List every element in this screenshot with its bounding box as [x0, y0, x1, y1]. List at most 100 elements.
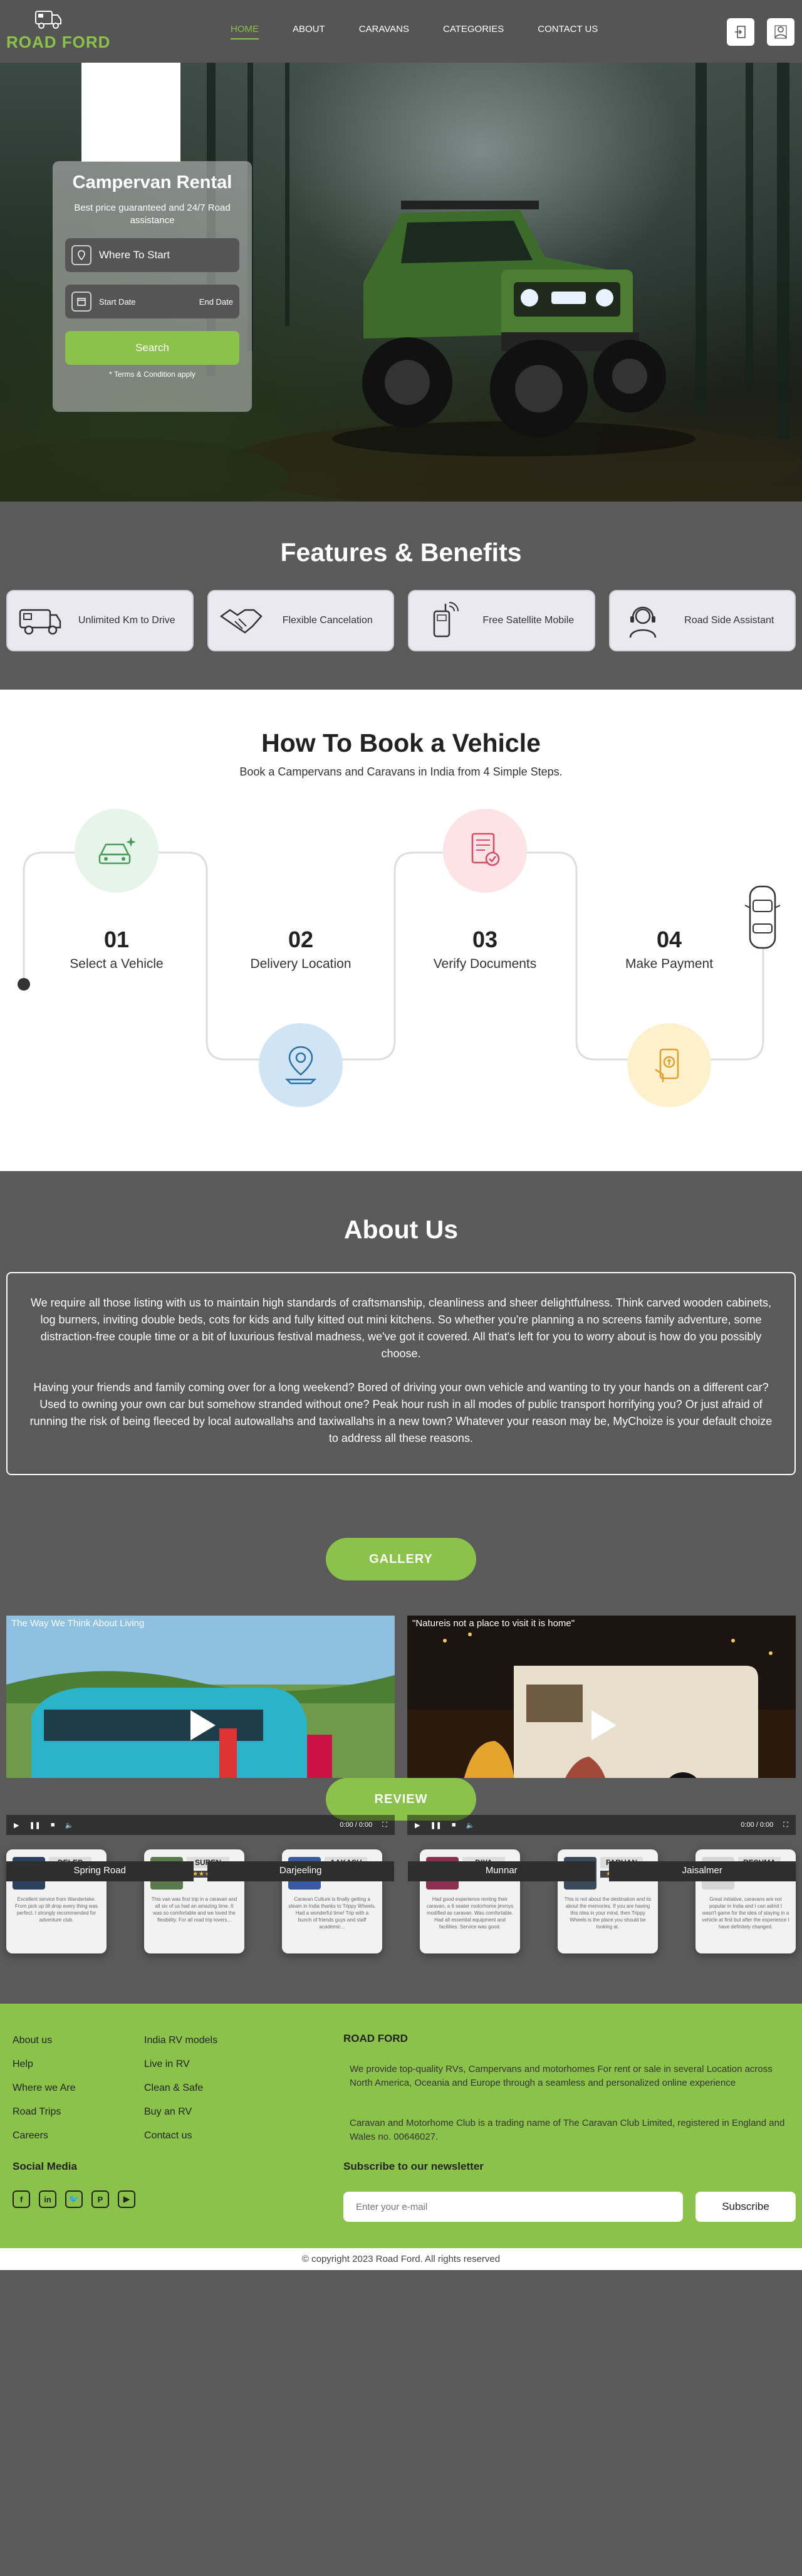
linkedin-icon[interactable]: in [39, 2190, 56, 2208]
review-text: Had good experience renting their carava… [426, 1896, 514, 1930]
footer-links-col-1: About us Help Where we Are Road Trips Ca… [13, 2035, 75, 2154]
gallery-card-title: Spring Road [6, 1861, 194, 1881]
fullscreen-icon[interactable]: ⛶ [382, 1821, 387, 1829]
review-button[interactable]: REVIEW [326, 1778, 476, 1821]
car-top-view-icon [744, 885, 781, 949]
gallery-card-title: Jaisalmer [608, 1861, 796, 1881]
video-time: 0:00 / 0:00 [340, 1821, 373, 1829]
step-number: 03 [472, 927, 498, 952]
step-4-circle [627, 1023, 711, 1107]
stop-control-icon[interactable]: ■ [51, 1821, 55, 1829]
feature-card-satellite-mobile: Free Satellite Mobile [408, 590, 595, 651]
youtube-icon[interactable]: ▶ [118, 2190, 135, 2208]
jeep-image [332, 201, 695, 456]
step-1: 01 Select a Vehicle [41, 927, 192, 972]
where-to-start-label: Where To Start [99, 249, 170, 261]
about-title: About Us [343, 1215, 459, 1244]
play-icon[interactable] [583, 1706, 620, 1744]
location-pin-icon [284, 1046, 317, 1085]
video-controls: ▶ ❚❚ ■ 🔈 0:00 / 0:00 ⛶ [6, 1815, 395, 1835]
van-icon [19, 609, 61, 635]
handshake-icon [219, 609, 263, 634]
step-3-circle [443, 809, 527, 893]
account-button[interactable] [767, 18, 794, 46]
step-label: Verify Documents [433, 957, 537, 971]
fullscreen-icon[interactable]: ⛶ [783, 1821, 788, 1829]
review-text: Caravan Culture is finally getting a ste… [288, 1896, 376, 1930]
play-control-icon[interactable]: ▶ [14, 1821, 19, 1829]
features-title: Features & Benefits [280, 538, 522, 567]
footer-link[interactable]: About us [13, 2035, 75, 2046]
footer-link[interactable]: Where we Are [13, 2083, 75, 2094]
nav-categories[interactable]: CATEGORIES [443, 24, 504, 39]
headset-icon [629, 606, 656, 638]
about-section: About Us We require all those listing wi… [0, 1171, 802, 2049]
nav-contact-us[interactable]: CONTACT US [538, 24, 598, 39]
newsletter-title: Subscribe to our newsletter [343, 2160, 484, 2172]
footer-link[interactable]: Road Trips [13, 2106, 75, 2118]
calendar-icon [71, 292, 91, 312]
pause-control-icon[interactable]: ❚❚ [430, 1821, 441, 1829]
review-text: Great initiative, caravans are not popul… [702, 1896, 789, 1930]
step-4: 04 Make Payment [594, 927, 744, 972]
step-1-circle [75, 809, 159, 893]
stop-control-icon[interactable]: ■ [452, 1821, 456, 1829]
nav-caravans[interactable]: CARAVANS [359, 24, 409, 39]
gallery-card-title: Darjeeling [207, 1861, 394, 1881]
facebook-icon[interactable]: f [13, 2190, 30, 2208]
video-title: "Natureis not a place to visit it is hom… [412, 1618, 575, 1629]
terms-note: * Terms & Condition apply [109, 370, 195, 379]
about-text-box: We require all those listing with us to … [6, 1272, 796, 1475]
footer-description: We provide top-quality RVs, Campervans a… [350, 2064, 773, 2088]
volume-icon[interactable]: 🔈 [466, 1821, 475, 1829]
footer-link[interactable]: Contact us [144, 2130, 217, 2142]
social-links: f in 🐦 P ▶ [13, 2190, 135, 2208]
user-icon [774, 25, 787, 39]
footer-link[interactable]: Clean & Safe [144, 2083, 217, 2094]
truck-logo-icon [35, 11, 61, 29]
brand-name: ROAD FORD [6, 33, 111, 51]
play-control-icon[interactable]: ▶ [415, 1821, 420, 1829]
newsletter-email-input[interactable] [343, 2192, 683, 2222]
footer-link[interactable]: Buy an RV [144, 2106, 217, 2118]
play-icon[interactable] [182, 1706, 219, 1744]
gallery-button[interactable]: GALLERY [326, 1538, 476, 1580]
footer-link[interactable]: India RV models [144, 2035, 217, 2046]
login-button[interactable] [727, 18, 754, 46]
how-to-book-section: How To Book a Vehicle Book a Campervans … [0, 690, 802, 1171]
video-time: 0:00 / 0:00 [741, 1821, 774, 1829]
pinterest-icon[interactable]: P [91, 2190, 109, 2208]
footer-link[interactable]: Careers [13, 2130, 75, 2142]
search-button[interactable]: Search [65, 331, 239, 365]
gallery-card-title: Munnar [408, 1861, 595, 1881]
start-date-label[interactable]: Start Date [99, 297, 136, 307]
step-label: Select a Vehicle [70, 957, 164, 971]
step-3: 03 Verify Documents [410, 927, 560, 972]
subscribe-button[interactable]: Subscribe [695, 2192, 796, 2222]
copyright-bar: © copyright 2023 Road Ford. All rights r… [0, 2248, 802, 2270]
footer-link[interactable]: Help [13, 2059, 75, 2070]
footer-legal-note: Caravan and Motorhome Club is a trading … [350, 2118, 785, 2142]
nav-about[interactable]: ABOUT [293, 24, 325, 39]
review-text: Excellent service from Wanderlake. From … [14, 1896, 98, 1923]
hero-placeholder-block [81, 63, 180, 162]
volume-icon[interactable]: 🔈 [65, 1821, 74, 1829]
date-range-field[interactable]: Start Date End Date [65, 285, 239, 318]
main-menu: HOME ABOUT CARAVANS CATEGORIES CONTACT U… [231, 24, 632, 39]
end-date-label[interactable]: End Date [199, 297, 233, 307]
footer: About us Help Where we Are Road Trips Ca… [0, 2004, 802, 2248]
payment-icon [655, 1048, 679, 1082]
review-section: REVIEW DELEP★★★★★ Excellent service from… [0, 1778, 802, 2004]
step-number: 01 [103, 927, 130, 952]
about-paragraph-1: We require all those listing with us to … [31, 1296, 771, 1360]
nav-home[interactable]: HOME [231, 24, 259, 39]
login-icon [735, 26, 746, 38]
video-controls: ▶ ❚❚ ■ 🔈 0:00 / 0:00 ⛶ [407, 1815, 796, 1835]
brand-logo[interactable]: ROAD FORD [6, 9, 110, 54]
car-select-icon [98, 837, 136, 865]
location-icon [71, 245, 91, 265]
where-to-start-field[interactable]: Where To Start [65, 238, 239, 272]
twitter-icon[interactable]: 🐦 [65, 2190, 83, 2208]
footer-link[interactable]: Live in RV [144, 2059, 217, 2070]
pause-control-icon[interactable]: ❚❚ [29, 1821, 40, 1829]
